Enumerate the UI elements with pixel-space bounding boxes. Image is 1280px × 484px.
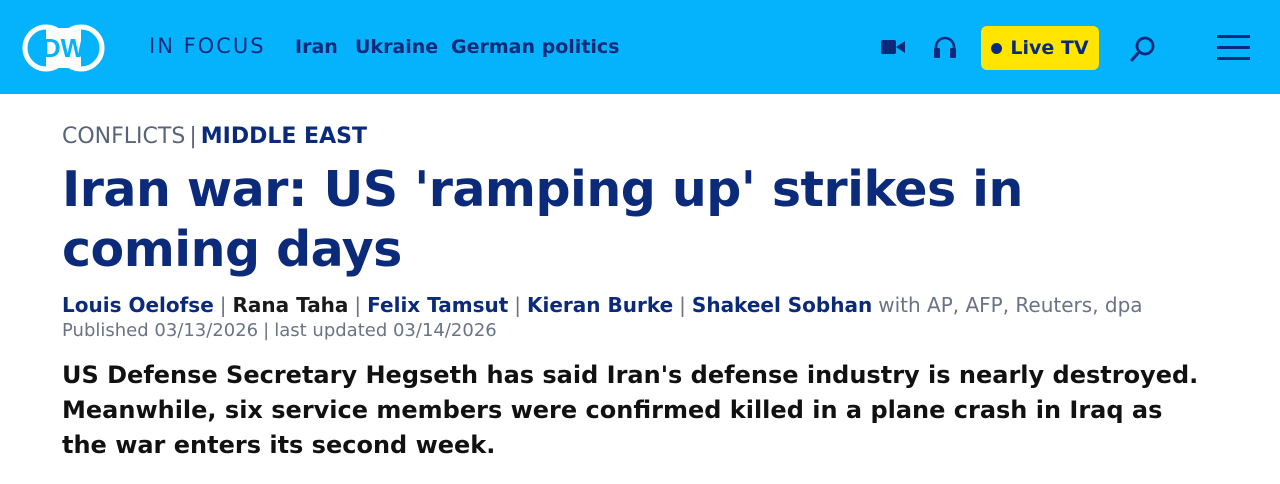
live-indicator-dot	[991, 42, 1003, 54]
breadcrumb-category[interactable]: CONFLICTS	[62, 124, 185, 149]
author-link[interactable]: Shakeel Sobhan	[692, 293, 872, 317]
svg-text:DW: DW	[42, 33, 86, 63]
dw-logo[interactable]: DW	[22, 24, 105, 72]
author-name: Rana Taha	[232, 293, 349, 317]
nav-link-iran[interactable]: Iran	[295, 36, 338, 58]
agency-credit: with AP, AFP, Reuters, dpa	[878, 293, 1143, 317]
breadcrumb: CONFLICTS | MIDDLE EAST	[62, 124, 367, 149]
video-camera-icon[interactable]	[881, 38, 905, 56]
live-tv-button[interactable]: Live TV	[981, 26, 1099, 70]
author-line: Louis Oelofse | Rana Taha | Felix Tamsut | Kie…	[62, 293, 1143, 317]
updated-date: last updated 03/14/2026	[274, 320, 497, 341]
breadcrumb-subcategory[interactable]: MIDDLE EAST	[201, 124, 367, 149]
nav-link-german-politics[interactable]: German politics	[451, 36, 619, 58]
published-date: Published 03/13/2026	[62, 320, 259, 341]
author-link[interactable]: Felix Tamsut	[367, 293, 508, 317]
nav-link-ukraine[interactable]: Ukraine	[355, 36, 438, 58]
hamburger-menu-icon[interactable]	[1217, 34, 1250, 61]
article-title: Iran war: US 'ramping up' strikes in com…	[62, 161, 1023, 278]
top-navigation-bar: DW IN FOCUS Iran Ukraine German politics…	[0, 0, 1280, 94]
author-link[interactable]: Kieran Burke	[527, 293, 673, 317]
in-focus-label: IN FOCUS	[149, 34, 266, 58]
live-tv-label: Live TV	[1010, 37, 1089, 59]
headphones-icon[interactable]	[933, 36, 957, 58]
publish-dates: Published 03/13/2026 | last updated 03/14/…	[62, 320, 497, 341]
article-teaser: US Defense Secretary Hegseth has said Ir…	[62, 361, 1199, 459]
author-link[interactable]: Louis Oelofse	[62, 293, 214, 317]
search-icon[interactable]	[1129, 35, 1157, 63]
